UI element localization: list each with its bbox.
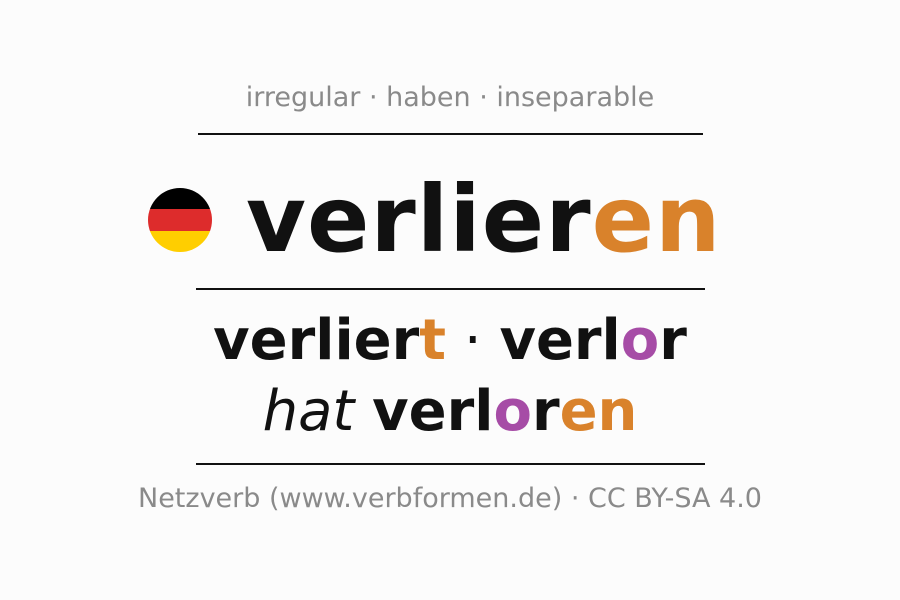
past-vowel: o [620, 308, 660, 373]
principal-forms: verliert · verlor [0, 308, 900, 374]
infinitive: verlieren [246, 170, 721, 270]
past-stem: verl [499, 308, 621, 373]
past-rest: r [659, 308, 687, 373]
divider-middle [196, 288, 705, 290]
participle-stem: verl [372, 379, 494, 444]
divider-top [198, 133, 703, 135]
germany-flag-icon [148, 188, 212, 252]
participle-rest: r [531, 379, 560, 444]
perfect-form: hat verloren [0, 379, 900, 445]
headword-row: verlieren [148, 165, 721, 275]
participle-ending: en [559, 379, 638, 444]
participle-vowel: o [493, 379, 532, 444]
form-separator: · [446, 308, 500, 373]
infinitive-stem: verlier [246, 166, 592, 273]
divider-bottom [196, 463, 705, 465]
present-ending: t [419, 308, 447, 373]
verb-properties: irregular · haben · inseparable [245, 82, 655, 113]
attribution: Netzverb (www.verbformen.de) · CC BY-SA … [138, 483, 762, 514]
infinitive-ending: en [591, 166, 722, 273]
present-stem: verlier [213, 308, 420, 373]
auxiliary-verb: hat [262, 379, 355, 444]
participle: verloren [372, 379, 637, 444]
